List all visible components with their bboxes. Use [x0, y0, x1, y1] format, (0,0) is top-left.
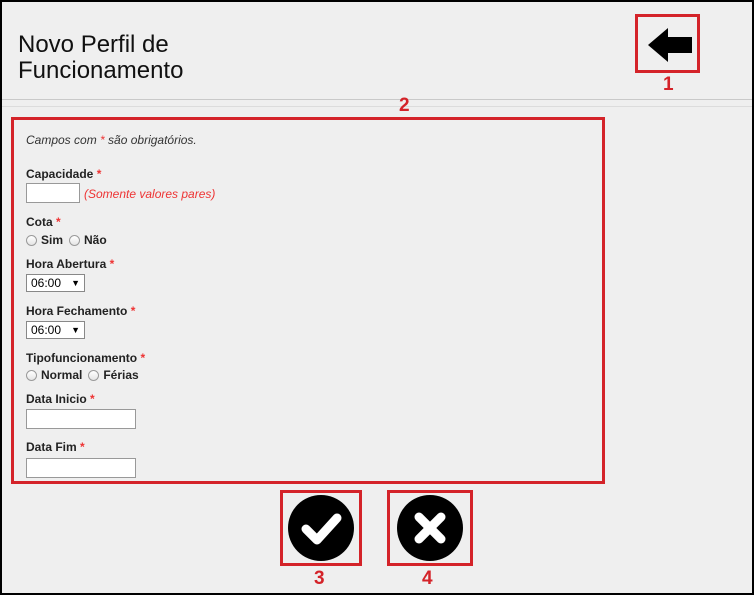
data-fim-label: Data Fim * — [26, 440, 85, 454]
caret-down-icon: ▼ — [71, 325, 80, 335]
callout-form: 2 — [399, 95, 410, 116]
tipo-ferias-radio[interactable] — [88, 369, 100, 381]
cancel-circle — [397, 495, 463, 561]
required-fields-note: Campos com * são obrigatórios. — [26, 133, 197, 147]
app-window: Novo Perfil de Funcionamento 1 2 Campos … — [0, 0, 754, 595]
hora-fechamento-select[interactable]: 06:00 ▼ — [26, 321, 85, 339]
arrow-left-icon — [648, 28, 692, 62]
cota-sim-label: Sim — [41, 233, 64, 247]
back-button[interactable] — [635, 14, 700, 73]
hora-abertura-select[interactable]: 06:00 ▼ — [26, 274, 85, 292]
hora-abertura-label: Hora Abertura * — [26, 257, 115, 271]
capacidade-hint: (Somente valores pares) — [84, 187, 216, 201]
tipo-funcionamento-radio-group: Normal Férias — [26, 368, 145, 382]
divider — [2, 106, 752, 107]
data-inicio-label: Data Inicio * — [26, 392, 95, 406]
divider — [2, 99, 752, 100]
profile-form: Campos com * são obrigatórios. Capacidad… — [11, 117, 605, 484]
cota-nao-label: Não — [84, 233, 107, 247]
page-title: Novo Perfil de Funcionamento — [18, 31, 184, 84]
capacidade-input[interactable] — [26, 183, 80, 203]
cota-label: Cota * — [26, 215, 61, 229]
data-inicio-input[interactable] — [26, 409, 136, 429]
cancel-button[interactable] — [387, 490, 473, 566]
callout-confirm: 3 — [314, 568, 325, 589]
tipo-normal-radio[interactable] — [26, 369, 37, 381]
confirm-button[interactable] — [280, 490, 362, 566]
capacidade-label: Capacidade * — [26, 167, 102, 181]
callout-back: 1 — [663, 74, 674, 95]
cota-radio-group: Sim Não — [26, 233, 113, 247]
tipo-normal-label: Normal — [41, 368, 83, 382]
close-icon — [414, 512, 446, 544]
cota-sim-radio[interactable] — [26, 234, 37, 246]
cota-nao-radio[interactable] — [69, 234, 81, 246]
hora-fechamento-label: Hora Fechamento * — [26, 304, 136, 318]
data-fim-input[interactable] — [26, 458, 136, 478]
confirm-circle — [288, 495, 354, 561]
callout-cancel: 4 — [422, 568, 433, 589]
caret-down-icon: ▼ — [71, 278, 80, 288]
tipo-ferias-label: Férias — [103, 368, 139, 382]
checkmark-icon — [301, 513, 342, 545]
tipo-funcionamento-label: Tipofuncionamento * — [26, 351, 146, 365]
